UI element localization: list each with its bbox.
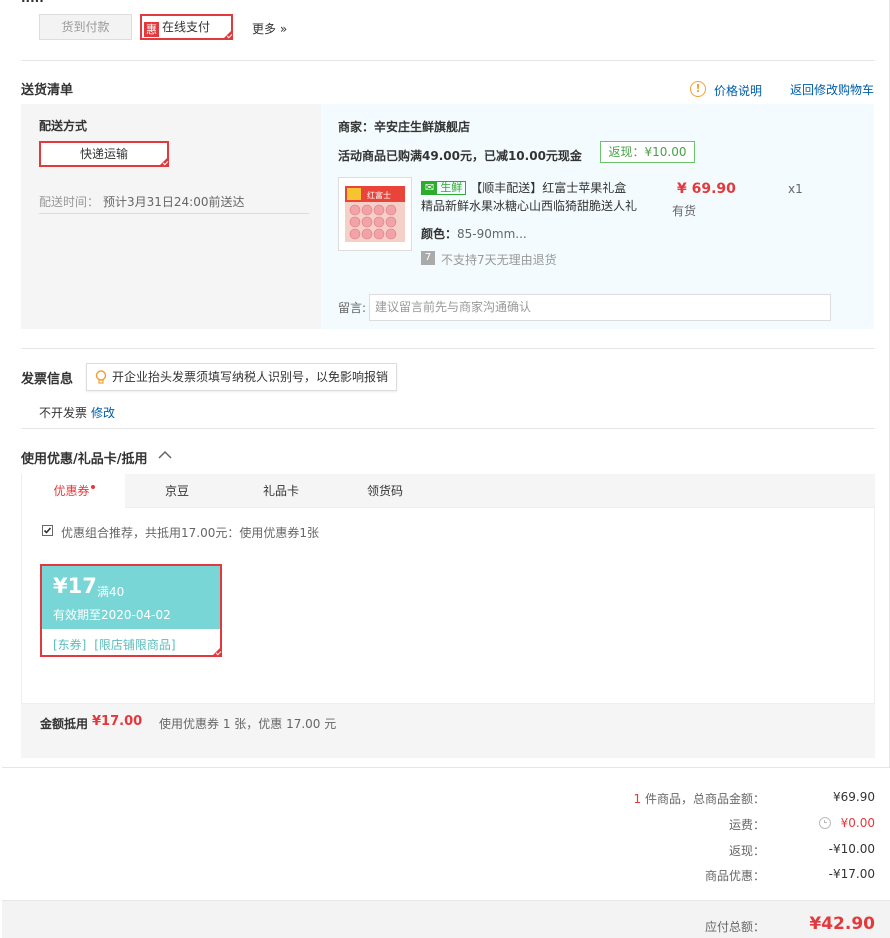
memo-placeholder: 建议留言前先与商家沟通确认: [375, 300, 532, 314]
delivery-time-label: 配送时间：: [39, 195, 100, 209]
product-image[interactable]: 红富士: [338, 177, 412, 251]
coupon-condition: 满40: [97, 585, 125, 599]
info-icon: !: [690, 81, 706, 97]
goods-total-label: 1 件商品，总商品金额：: [634, 790, 765, 807]
express-shipping-label: 快递运输: [79, 147, 128, 161]
discount-summary-detail: 使用优惠券 1 张，优惠 17.00 元: [159, 717, 337, 731]
tab-coupons[interactable]: 优惠券: [21, 474, 125, 508]
payable-label: 应付总额：: [704, 920, 765, 934]
pay-cod-button[interactable]: 货到付款: [39, 14, 132, 40]
coupon-card-header: ¥17 满40 有效期至2020-04-02: [42, 566, 220, 629]
invoice-edit-link[interactable]: 修改: [91, 404, 115, 421]
pay-online-button[interactable]: 惠在线支付: [140, 14, 233, 40]
tab-gift-card[interactable]: 礼品卡: [229, 474, 333, 508]
recommend-text: 优惠组合推荐，共抵用17.00元：使用优惠券1张: [61, 526, 319, 540]
item-count: 1: [633, 792, 642, 806]
coupon-tag-jd: [东券]: [53, 638, 87, 652]
tab-jingdou[interactable]: 京豆: [125, 474, 229, 508]
delivery-section-title: 送货清单: [21, 83, 74, 98]
color-label: 颜色：: [421, 227, 458, 241]
divider: [21, 60, 875, 61]
chevron-up-icon[interactable]: [158, 450, 172, 460]
return-policy: 不支持7天无理由退货: [441, 253, 557, 267]
rebate-badge: 返现：¥10.00: [600, 141, 695, 163]
discount-summary-label: 金额抵用: [40, 717, 89, 731]
discount-tabs: 优惠券 京豆 礼品卡 领货码: [21, 474, 875, 508]
product-quantity: x1: [788, 182, 803, 196]
discount-summary-amount: ¥17.00: [92, 714, 143, 729]
clock-hands: [824, 820, 827, 823]
fresh-tag-icon: ✉: [422, 182, 438, 194]
shipping-fee-label: 运费：: [728, 818, 765, 832]
no-return-icon: 7: [421, 251, 435, 265]
express-shipping-button[interactable]: 快递运输: [39, 141, 169, 167]
lightbulb-icon: [95, 370, 107, 384]
invoice-tip-text: 开企业抬头发票须填写纳税人识别号，以免影响报销: [112, 370, 389, 384]
goods-total-value: ¥69.90: [833, 790, 875, 804]
coupon-tags: [东券] [限店铺限商品]: [53, 636, 176, 653]
apple-box-image: 红富士: [345, 186, 405, 242]
discount-section-title[interactable]: 使用优惠/礼品卡/抵用: [21, 448, 148, 467]
divider: [21, 348, 875, 349]
fresh-tag-text: 生鲜: [440, 181, 463, 194]
payable-value: ¥42.90: [809, 914, 875, 934]
memo-label: 留言:: [338, 301, 367, 315]
coupon-discount-label: 商品优惠：: [704, 869, 765, 883]
coupon-amount: ¥17: [53, 574, 97, 598]
price-note-link[interactable]: 价格说明: [714, 82, 762, 99]
divider: [21, 428, 875, 429]
color-value: 85-90mm...: [457, 227, 527, 241]
rebate-value: -¥10.00: [828, 842, 875, 856]
selected-check-icon: [158, 156, 169, 167]
invoice-status: 不开发票: [39, 406, 88, 420]
clipped-title: ·····: [21, 0, 71, 2]
product-title[interactable]: ✉ 生鲜 【顺丰配送】红富士苹果礼盒 精品新鲜水果冰糖心山西临猗甜脆送人礼: [421, 179, 651, 215]
rebate-label: 返现：: [728, 844, 765, 858]
selected-check-icon: [211, 646, 222, 657]
coupon-tag-scope: [限店铺限商品]: [94, 638, 176, 652]
tab-coupons-label: 优惠券: [53, 484, 90, 498]
discount-icon: 惠: [144, 22, 159, 37]
new-dot-icon: [90, 485, 95, 489]
back-to-cart-link[interactable]: 返回修改购物车: [790, 81, 874, 98]
product-price: ¥ 69.90: [677, 181, 736, 197]
fresh-tag: ✉ 生鲜: [421, 181, 467, 195]
promo-text: 活动商品已购满49.00元，已减10.00元现金: [338, 149, 582, 163]
product-title-line1: 【顺丰配送】红富士苹果礼盒: [470, 181, 627, 195]
product-title-line2: 精品新鲜水果冰糖心山西临猗甜脆送人礼: [421, 199, 638, 213]
coupon-discount-value: -¥17.00: [828, 867, 875, 881]
pay-online-label: 在线支付: [162, 20, 211, 34]
coupon-expiry: 有效期至2020-04-02: [53, 608, 171, 622]
shipping-method-title: 配送方式: [39, 119, 88, 133]
invoice-section-title: 发票信息: [21, 372, 74, 387]
merchant-name: 商家：辛安庄生鲜旗舰店: [338, 120, 471, 134]
tab-pickup-code[interactable]: 领货码: [333, 474, 437, 508]
coupon-card[interactable]: ¥17 满40 有效期至2020-04-02 [东券] [限店铺限商品]: [40, 564, 222, 657]
invoice-tip: 开企业抬头发票须填写纳税人识别号，以免影响报销: [86, 363, 397, 391]
recommend-checkbox[interactable]: [42, 525, 53, 536]
clock-icon: [819, 817, 831, 829]
stock-status: 有货: [672, 204, 697, 218]
selected-check-icon: [222, 29, 233, 40]
divider: [39, 213, 309, 214]
product-image-text: 红富士: [367, 190, 391, 200]
discount-summary-bar: [21, 704, 875, 758]
shipping-fee-value: ¥0.00: [840, 816, 875, 830]
product-color: 颜色：85-90mm...: [421, 225, 527, 242]
more-payment-link[interactable]: 更多 »: [252, 20, 287, 37]
shipping-method-panel: [21, 104, 321, 329]
item-count-suffix: 件商品，总商品金额：: [644, 792, 765, 806]
delivery-time-value: 预计3月31日24:00前送达: [103, 195, 245, 209]
memo-input[interactable]: 建议留言前先与商家沟通确认: [369, 294, 831, 321]
check-icon: [43, 527, 52, 534]
